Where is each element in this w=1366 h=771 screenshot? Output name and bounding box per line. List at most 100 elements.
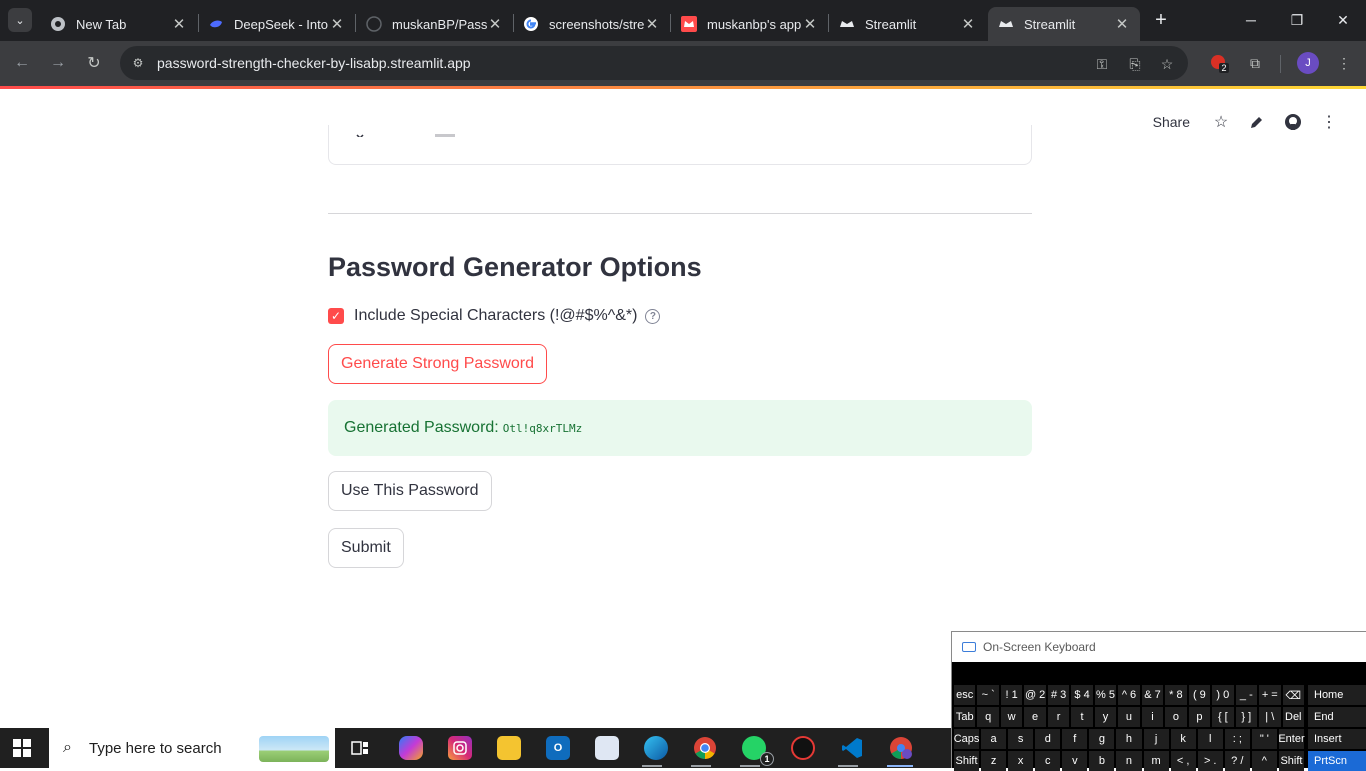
osk-key[interactable]: ( 9 xyxy=(1188,685,1211,705)
osk-key[interactable]: h xyxy=(1116,729,1142,749)
reload-button[interactable]: ↻ xyxy=(82,51,106,75)
whatsapp-icon[interactable]: 1 xyxy=(742,736,774,766)
osk-key[interactable]: m xyxy=(1143,751,1169,771)
help-circle-icon[interactable]: ? xyxy=(645,308,661,324)
profile-avatar[interactable]: J xyxy=(1297,52,1319,74)
osk-key[interactable]: @ 2 xyxy=(1024,685,1046,705)
osk-key[interactable]: k xyxy=(1170,729,1196,749)
special-chars-checkbox-row[interactable]: ✓ Include Special Characters (!@#$%^&*) … xyxy=(328,307,661,325)
chrome-profile-icon[interactable] xyxy=(889,736,913,760)
osk-key[interactable]: ^ xyxy=(1251,751,1277,771)
browser-tab[interactable]: screenshots/stre ✕ xyxy=(513,7,670,41)
osk-key[interactable]: { [ xyxy=(1212,707,1234,727)
use-password-button[interactable]: Use This Password xyxy=(328,471,492,511)
bookmark-star-icon[interactable]: ☆ xyxy=(1158,55,1176,73)
osk-key[interactable]: t xyxy=(1071,707,1093,727)
osk-key[interactable]: ^ 6 xyxy=(1118,685,1140,705)
osk-key[interactable]: a xyxy=(981,729,1007,749)
browser-tab[interactable]: Streamlit ✕ xyxy=(829,7,986,41)
osk-key[interactable]: ⌫ xyxy=(1282,685,1304,705)
osk-key[interactable]: z xyxy=(981,751,1007,771)
osk-key[interactable]: } ] xyxy=(1235,707,1258,727)
osk-key[interactable]: ! 1 xyxy=(1000,685,1023,705)
osk-key-prtscn[interactable]: PrtScn xyxy=(1308,751,1366,771)
expander-container[interactable] xyxy=(328,125,1032,165)
generate-password-button[interactable]: Generate Strong Password xyxy=(328,344,547,384)
task-view-icon[interactable] xyxy=(348,736,372,760)
minimize-button[interactable]: ─ xyxy=(1228,0,1274,40)
osk-key[interactable]: % 5 xyxy=(1094,685,1117,705)
osk-key[interactable]: u xyxy=(1118,707,1140,727)
new-tab-button[interactable]: + xyxy=(1151,10,1171,30)
osk-key[interactable]: j xyxy=(1143,729,1169,749)
more-vert-icon[interactable]: ⋮ xyxy=(1320,113,1338,131)
browser-tab[interactable]: DeepSeek - Into ✕ xyxy=(198,7,355,41)
osk-key[interactable]: i xyxy=(1141,707,1164,727)
osk-key[interactable]: # 3 xyxy=(1047,685,1070,705)
osk-key[interactable]: ~ ` xyxy=(977,685,999,705)
file-explorer-icon[interactable] xyxy=(497,736,521,760)
osk-key[interactable]: & 7 xyxy=(1141,685,1164,705)
osk-key[interactable]: n xyxy=(1116,751,1142,771)
osk-key[interactable]: p xyxy=(1188,707,1211,727)
share-button[interactable]: Share xyxy=(1153,114,1190,130)
chrome-icon[interactable] xyxy=(693,736,717,760)
osk-key[interactable]: ) 0 xyxy=(1212,685,1234,705)
site-info-icon[interactable]: ⚙ xyxy=(130,55,146,71)
close-tab-icon[interactable]: ✕ xyxy=(960,16,976,33)
osk-key[interactable]: e xyxy=(1024,707,1046,727)
more-vert-icon[interactable]: ⋮ xyxy=(1333,52,1355,74)
close-window-button[interactable]: ✕ xyxy=(1320,0,1366,40)
osk-key-home[interactable]: Home xyxy=(1308,685,1366,705)
osk-key[interactable]: > . xyxy=(1197,751,1223,771)
forward-button[interactable]: → xyxy=(46,51,70,75)
browser-tab-active[interactable]: Streamlit ✕ xyxy=(988,7,1140,41)
osk-key[interactable]: w xyxy=(1000,707,1023,727)
osk-key[interactable]: Shift xyxy=(1278,751,1304,771)
close-tab-icon[interactable]: ✕ xyxy=(802,16,818,33)
osk-key[interactable]: f xyxy=(1062,729,1088,749)
github-icon[interactable] xyxy=(1284,113,1302,131)
vscode-icon[interactable] xyxy=(840,736,864,760)
tab-search-button[interactable]: ⌄ xyxy=(8,8,32,32)
close-tab-icon[interactable]: ✕ xyxy=(171,16,187,33)
back-button[interactable]: ← xyxy=(10,51,34,75)
special-chars-checkbox[interactable]: ✓ xyxy=(328,308,344,324)
address-bar[interactable]: ⚙ password-strength-checker-by-lisabp.st… xyxy=(120,46,1188,80)
osk-titlebar[interactable]: On-Screen Keyboard xyxy=(952,632,1366,662)
osk-key[interactable]: r xyxy=(1047,707,1070,727)
browser-tab[interactable]: New Tab ✕ xyxy=(40,7,197,41)
copilot-icon[interactable] xyxy=(399,736,423,760)
osk-key[interactable]: b xyxy=(1089,751,1115,771)
outlook-icon[interactable]: O xyxy=(546,736,570,760)
osk-key[interactable]: ? / xyxy=(1224,751,1250,771)
osk-key[interactable]: Del xyxy=(1282,707,1304,727)
osk-key[interactable]: + = xyxy=(1259,685,1281,705)
star-icon[interactable]: ☆ xyxy=(1212,113,1230,131)
osk-key[interactable]: l xyxy=(1197,729,1223,749)
osk-key[interactable]: d xyxy=(1035,729,1061,749)
osk-key[interactable]: q xyxy=(977,707,999,727)
close-tab-icon[interactable]: ✕ xyxy=(487,16,503,33)
windows-start-icon[interactable] xyxy=(13,739,31,757)
edit-pencil-icon[interactable] xyxy=(1248,113,1266,131)
osk-key[interactable]: o xyxy=(1165,707,1187,727)
osk-key[interactable]: * 8 xyxy=(1165,685,1187,705)
osk-key[interactable]: y xyxy=(1094,707,1117,727)
osk-key[interactable]: x xyxy=(1008,751,1034,771)
osk-key[interactable]: Caps xyxy=(954,729,979,749)
osk-key[interactable]: $ 4 xyxy=(1071,685,1093,705)
osk-key[interactable]: < , xyxy=(1170,751,1196,771)
install-app-icon[interactable]: ⎘ xyxy=(1126,55,1144,73)
restore-button[interactable]: ❐ xyxy=(1274,0,1320,40)
osk-key[interactable]: Shift xyxy=(954,751,980,771)
osk-key[interactable]: " ' xyxy=(1251,729,1277,749)
osk-key[interactable]: Tab xyxy=(954,707,976,727)
password-key-icon[interactable]: ⚿ xyxy=(1093,55,1111,73)
browser-tab[interactable]: muskanbp's app ✕ xyxy=(671,7,828,41)
osk-key[interactable]: | \ xyxy=(1259,707,1281,727)
game-app-icon[interactable] xyxy=(791,736,815,760)
edge-icon[interactable] xyxy=(644,736,668,760)
extensions-puzzle-icon[interactable]: ⧉ xyxy=(1244,52,1266,74)
osk-key-insert[interactable]: Insert xyxy=(1308,729,1366,749)
